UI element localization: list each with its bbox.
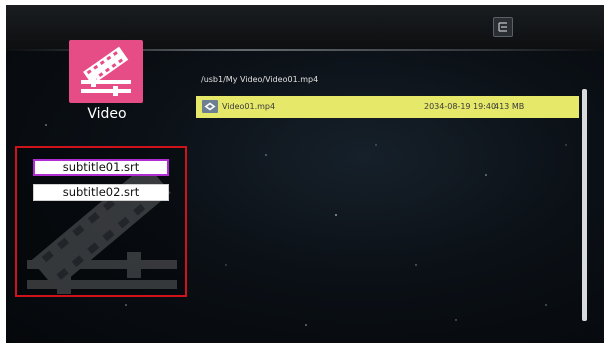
scrollbar-thumb[interactable] xyxy=(582,89,587,321)
video-category-tile[interactable] xyxy=(69,40,143,103)
menu-button[interactable] xyxy=(493,17,513,37)
file-size: 413 MB xyxy=(494,102,525,111)
menu-icon xyxy=(498,22,507,32)
subtitle-item[interactable]: subtitle01.srt xyxy=(33,159,169,176)
media-player-screen: Video subtitle01.srt subtitle02.srt /usb… xyxy=(6,5,604,343)
film-reel-icon xyxy=(81,46,131,96)
subtitle-list-panel: subtitle01.srt subtitle02.srt xyxy=(15,146,187,297)
category-label: Video xyxy=(87,106,127,122)
scrollbar-track[interactable] xyxy=(582,89,587,321)
file-date: 2034-08-19 19:40 xyxy=(424,102,497,111)
breadcrumb-path: /usb1/My Video/Video01.mp4 xyxy=(201,75,319,84)
file-row[interactable]: Video01.mp4 2034-08-19 19:40 413 MB xyxy=(196,96,579,118)
file-name: Video01.mp4 xyxy=(222,102,276,111)
video-file-icon xyxy=(202,100,218,113)
subtitle-item[interactable]: subtitle02.srt xyxy=(33,184,169,201)
